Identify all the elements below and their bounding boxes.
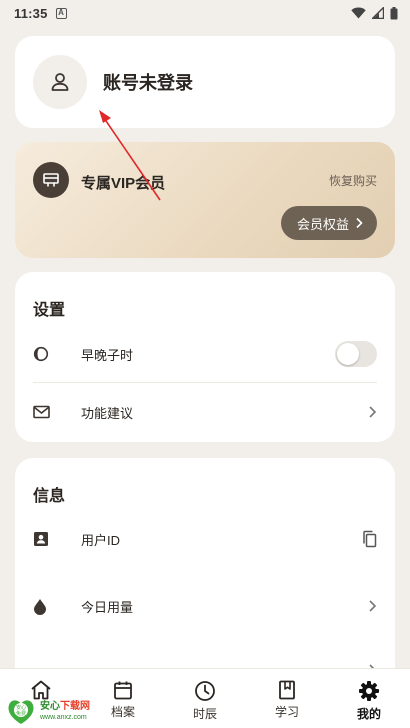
midnight-hour-toggle[interactable] [335,341,377,367]
settings-title: 设置 [33,302,66,319]
settings-item-label: 早晚子时 [81,347,134,363]
battery-icon [390,6,398,19]
vip-benefits-label: 会员权益 [296,216,349,232]
nav-label: 档案 [110,705,135,719]
settings-item-feedback[interactable]: 功能建议 [15,384,395,440]
watermark: 安心 免费 安心下载网 www.anxz.com [6,696,90,726]
settings-item-label: 功能建议 [81,405,134,421]
contact-card-icon [34,532,48,546]
svg-text:免费: 免费 [16,710,26,717]
info-item-label: 用户ID [81,532,121,548]
status-bar: 11:35 A [0,0,410,26]
book-icon [279,680,295,700]
user-icon [51,73,69,91]
restore-purchase-link[interactable]: 恢复购买 [329,172,377,189]
gear-icon [359,681,379,701]
calendar-icon [114,681,132,700]
signal-icon [372,7,384,19]
info-card: 信息 用户ID 今日用量 [15,458,395,698]
info-title: 信息 [33,488,66,505]
status-time: 11:35 [14,5,48,21]
nav-label: 我的 [356,707,381,721]
info-item-user-id[interactable]: 用户ID [15,511,395,567]
chevron-right-icon [369,600,377,612]
copy-icon[interactable] [361,530,377,548]
chevron-right-icon [356,217,363,229]
vip-title: 专属VIP会员 [81,175,166,192]
nav-item-time[interactable]: 时辰 [164,669,246,728]
svg-text:安心: 安心 [16,704,26,711]
nav-label: 时辰 [192,707,217,721]
info-item-daily-usage[interactable]: 今日用量 [15,578,395,634]
drop-icon [34,598,46,615]
account-name[interactable]: 账号未登录 [103,69,193,95]
mail-icon [33,405,50,419]
settings-card: 设置 早晚子时 功能建议 [15,272,395,442]
watermark-url: www.anxz.com [40,713,87,721]
nav-item-study[interactable]: 学习 [246,669,328,728]
vip-card-icon [43,173,59,187]
account-card[interactable]: 账号未登录 [15,36,395,128]
toggle-knob [337,343,359,365]
wifi-icon [351,7,366,19]
chevron-right-icon [369,406,377,418]
vip-card: 专属VIP会员 恢复购买 会员权益 [15,142,395,258]
watermark-logo: 安心 免费 [8,700,34,724]
nav-item-archive[interactable]: 档案 [82,669,164,728]
avatar[interactable] [33,55,87,109]
vip-badge [33,162,69,198]
vip-benefits-button[interactable]: 会员权益 [280,206,377,240]
watermark-title: 安心下载网 [40,700,90,712]
clock-icon [195,681,215,701]
settings-item-midnight-hour[interactable]: 早晚子时 [15,326,395,382]
nav-item-mine[interactable]: 我的 [328,669,410,728]
nav-label: 学习 [274,705,299,719]
info-item-label: 今日用量 [81,599,134,615]
divider [33,382,377,383]
half-moon-icon [33,346,49,362]
notification-icon: A [55,7,67,19]
